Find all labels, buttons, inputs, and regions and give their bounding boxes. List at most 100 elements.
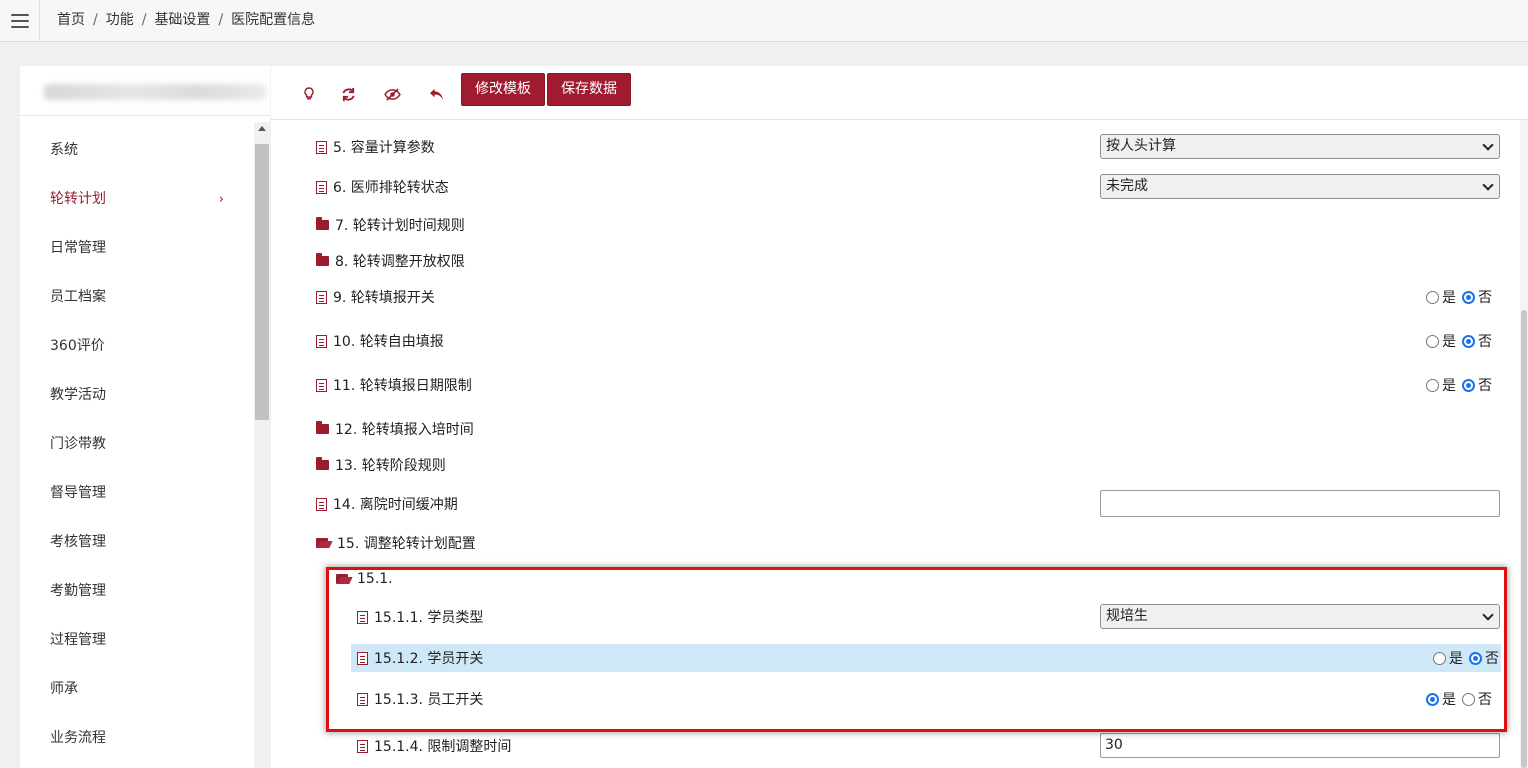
select-value: 按人头计算 [1106,138,1176,154]
radio-label: 是 [1449,651,1463,667]
main-scroll-thumb[interactable] [1521,310,1527,768]
radio-no[interactable]: 否 [1462,689,1492,709]
radio-button[interactable] [1462,692,1475,706]
scroll-up-arrow-icon[interactable] [258,126,266,131]
radio-group: 是 否 [1427,648,1499,668]
chevron-down-icon [1482,139,1494,151]
refresh-icon[interactable] [338,84,358,104]
radio-button[interactable] [1426,334,1439,348]
sidebar-item-assessment[interactable]: 考核管理 [20,518,254,567]
sidebar-item-staff-records[interactable]: 员工档案 [20,273,254,322]
sidebar-item-rotation-plan[interactable]: 轮转计划 › [20,175,254,224]
config-row-12[interactable]: 12. 轮转填报入培时间 [271,414,1520,444]
sidebar-item-process-management[interactable]: 过程管理 [20,616,254,665]
sidebar-item-system[interactable]: 系统 [20,126,254,175]
sidebar-item-mentorship[interactable]: 师承 [20,665,254,714]
config-row-10: 10. 轮转自由填报 是 否 [271,326,1520,356]
radio-label: 是 [1442,692,1456,708]
config-row-15-1[interactable]: 15.1. [271,564,1520,594]
radio-no[interactable]: 否 [1462,375,1492,395]
config-row-15-1-2: 15.1.2. 学员开关 是 否 [351,644,1501,672]
document-icon [316,140,327,154]
sidebar-item-daily-management[interactable]: 日常管理 [20,224,254,273]
rotation-status-select[interactable]: 未完成 [1100,174,1500,199]
sidebar-item-label: 员工档案 [50,289,106,305]
radio-button[interactable] [1426,290,1439,304]
main-scrollbar[interactable] [1520,120,1528,768]
radio-yes[interactable]: 是 [1426,331,1456,351]
toolbar: 修改模板 保存数据 [271,66,1528,120]
folder-icon [316,253,329,266]
radio-yes[interactable]: 是 [1426,689,1456,709]
document-icon [316,334,327,348]
limit-adjust-time-input[interactable] [1100,733,1500,758]
sidebar-item-teaching-activities[interactable]: 教学活动 [20,371,254,420]
row-label-text: 11. 轮转填报日期限制 [333,378,472,394]
radio-button[interactable] [1433,651,1446,665]
row-label-text: 14. 离院时间缓冲期 [333,497,458,513]
radio-no[interactable]: 否 [1462,331,1492,351]
trainee-type-select[interactable]: 规培生 [1100,604,1500,629]
breadcrumb-current: 医院配置信息 [231,12,316,28]
document-icon [357,692,368,706]
config-row-11: 11. 轮转填报日期限制 是 否 [271,370,1520,400]
capacity-calc-select[interactable]: 按人头计算 [1100,134,1500,159]
sidebar-item-label: 日常管理 [50,240,106,256]
sidebar-item-label: 门诊带教 [50,436,106,452]
save-data-button[interactable]: 保存数据 [547,73,631,106]
radio-group: 是 否 [1420,689,1492,709]
radio-button[interactable] [1462,290,1475,304]
folder-open-icon [336,574,351,584]
folder-icon [316,457,329,470]
breadcrumb-basic-settings[interactable]: 基础设置 [154,12,210,28]
sidebar-item-attendance[interactable]: 考勤管理 [20,567,254,616]
radio-button[interactable] [1462,378,1475,392]
config-row-14: 14. 离院时间缓冲期 [271,489,1520,519]
sidebar-item-label: 360评价 [50,338,105,354]
row-label-text: 10. 轮转自由填报 [333,334,444,350]
radio-no[interactable]: 否 [1462,287,1492,307]
radio-no[interactable]: 否 [1469,648,1499,668]
config-row-6: 6. 医师排轮转状态 未完成 [271,172,1520,202]
radio-button[interactable] [1469,651,1482,665]
row-label-text: 15.1.4. 限制调整时间 [374,739,512,755]
radio-yes[interactable]: 是 [1426,287,1456,307]
radio-yes[interactable]: 是 [1426,375,1456,395]
row-label-text: 5. 容量计算参数 [333,140,435,156]
radio-yes[interactable]: 是 [1433,648,1463,668]
menu-toggle-button[interactable] [0,0,40,42]
config-row-label: 6. 医师排轮转状态 [316,177,449,197]
sidebar-item-label: 系统 [50,142,78,158]
sidebar-item-supervision[interactable]: 督导管理 [20,469,254,518]
config-row-15-1-1: 15.1.1. 学员类型 规培生 [271,602,1520,632]
breadcrumb-function[interactable]: 功能 [106,12,134,28]
config-row-5: 5. 容量计算参数 按人头计算 [271,132,1520,162]
breadcrumb-home[interactable]: 首页 [57,12,85,28]
radio-button[interactable] [1426,378,1439,392]
eye-slash-icon[interactable] [382,84,402,104]
sidebar-item-360-evaluation[interactable]: 360评价 [20,322,254,371]
radio-label: 否 [1485,651,1499,667]
config-row-15-1-3: 15.1.3. 员工开关 是 否 [271,684,1520,714]
undo-icon[interactable] [426,84,446,104]
radio-button[interactable] [1426,692,1439,706]
chevron-down-icon [1482,609,1494,621]
sidebar-item-outpatient-teaching[interactable]: 门诊带教 [20,420,254,469]
row-label-text: 9. 轮转填报开关 [333,290,435,306]
leave-buffer-input[interactable] [1100,490,1500,517]
lightbulb-icon[interactable] [299,84,319,104]
config-row-label: 15.1. [336,571,393,587]
config-row-8[interactable]: 8. 轮转调整开放权限 [271,246,1520,276]
config-row-7[interactable]: 7. 轮转计划时间规则 [271,210,1520,240]
radio-label: 是 [1442,290,1456,306]
sidebar-scroll-thumb[interactable] [255,144,269,420]
breadcrumb: 首页 / 功能 / 基础设置 / 医院配置信息 [57,0,315,42]
config-row-13[interactable]: 13. 轮转阶段规则 [271,450,1520,480]
config-row-15[interactable]: 15. 调整轮转计划配置 [271,528,1520,558]
sidebar-scrollbar[interactable] [254,122,270,768]
edit-template-button[interactable]: 修改模板 [461,73,545,106]
radio-button[interactable] [1462,334,1475,348]
config-row-label: 11. 轮转填报日期限制 [316,375,472,395]
sidebar-item-business-process[interactable]: 业务流程 [20,714,254,763]
document-icon [316,497,327,511]
